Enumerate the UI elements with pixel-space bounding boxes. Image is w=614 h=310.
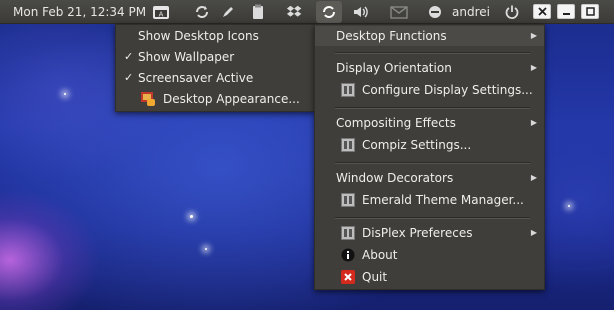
menu-item-label: Compiz Settings... xyxy=(362,138,472,152)
menu-item-show-wallpaper[interactable]: ✓ Show Wallpaper xyxy=(116,47,314,67)
check-icon: ✓ xyxy=(124,50,134,63)
menu-item-label: Show Wallpaper xyxy=(138,50,235,64)
refresh-icon[interactable] xyxy=(193,3,211,21)
clock[interactable]: Mon Feb 21, 12:34 PM xyxy=(13,5,146,19)
menu-item-label: Emerald Theme Manager... xyxy=(362,193,524,207)
settings-icon xyxy=(341,138,355,152)
menu-item-screensaver-active[interactable]: ✓ Screensaver Active xyxy=(116,68,314,88)
menu-item-show-desktop-icons[interactable]: Show Desktop Icons xyxy=(116,26,314,46)
menu-item-label: Compositing Effects xyxy=(336,116,456,130)
menu-item-quit[interactable]: Quit xyxy=(315,267,544,287)
clipboard-icon[interactable] xyxy=(249,3,267,21)
menu-item-label: Configure Display Settings... xyxy=(362,83,533,97)
menu-item-displex-preferences[interactable]: DisPlex Prefereces ▶ xyxy=(315,223,544,243)
displex-menu: Desktop Functions ▶ Display Orientation … xyxy=(314,24,545,290)
wallpaper-star xyxy=(205,248,207,250)
maximize-icon[interactable] xyxy=(581,4,599,19)
top-panel: Mon Feb 21, 12:34 PM A andrei xyxy=(0,0,614,24)
submenu-arrow-icon: ▶ xyxy=(530,31,537,40)
menu-item-label: Desktop Functions xyxy=(336,29,447,43)
wallpaper-star xyxy=(64,93,66,95)
submenu-arrow-icon: ▶ xyxy=(530,228,537,237)
menu-item-desktop-appearance[interactable]: Desktop Appearance... xyxy=(116,89,314,109)
quit-icon xyxy=(341,270,355,284)
pen-icon[interactable] xyxy=(219,3,237,21)
swirl-icon[interactable] xyxy=(316,1,342,23)
menu-item-label: Display Orientation xyxy=(336,61,452,75)
menu-item-compiz-settings[interactable]: Compiz Settings... xyxy=(315,135,544,155)
desktop-options-menu: Show Desktop Icons ✓ Show Wallpaper ✓ Sc… xyxy=(115,24,315,112)
calendar-icon[interactable]: A xyxy=(152,3,170,21)
mail-icon[interactable] xyxy=(390,3,408,21)
wallpaper-star xyxy=(568,205,570,207)
wallpaper-star xyxy=(190,215,193,218)
menu-item-label: Desktop Appearance... xyxy=(163,92,300,106)
menu-item-about[interactable]: About xyxy=(315,245,544,265)
close-icon[interactable] xyxy=(533,4,551,19)
menu-item-label: Window Decorators xyxy=(336,171,454,185)
menu-item-label: About xyxy=(362,248,398,262)
submenu-arrow-icon: ▶ xyxy=(530,173,537,182)
check-icon: ✓ xyxy=(124,71,134,84)
volume-icon[interactable] xyxy=(352,3,370,21)
menu-item-configure-display-settings[interactable]: Configure Display Settings... xyxy=(315,80,544,100)
menu-item-emerald-theme-manager[interactable]: Emerald Theme Manager... xyxy=(315,190,544,210)
menu-item-label: DisPlex Prefereces xyxy=(362,226,473,240)
menu-separator xyxy=(335,52,530,54)
dropbox-icon[interactable] xyxy=(285,3,303,21)
menu-item-label: Show Desktop Icons xyxy=(138,29,259,43)
menu-item-window-decorators[interactable]: Window Decorators ▶ xyxy=(315,168,544,188)
menu-separator xyxy=(335,217,530,219)
info-icon xyxy=(341,248,355,262)
menu-item-label: Quit xyxy=(362,270,388,284)
submenu-arrow-icon: ▶ xyxy=(530,118,537,127)
chat-icon[interactable] xyxy=(426,3,444,21)
power-icon[interactable] xyxy=(503,3,521,21)
settings-icon xyxy=(341,226,355,240)
settings-icon xyxy=(341,193,355,207)
appearance-icon xyxy=(140,91,155,106)
menu-separator xyxy=(335,162,530,164)
minimize-icon[interactable] xyxy=(557,4,575,19)
menu-item-display-orientation[interactable]: Display Orientation ▶ xyxy=(315,58,544,78)
submenu-arrow-icon: ▶ xyxy=(530,63,537,72)
svg-text:A: A xyxy=(159,11,164,19)
user-name[interactable]: andrei xyxy=(452,5,490,19)
menu-item-label: Screensaver Active xyxy=(138,71,254,85)
settings-icon xyxy=(341,83,355,97)
menu-separator xyxy=(335,107,530,109)
menu-item-desktop-functions[interactable]: Desktop Functions ▶ xyxy=(315,26,544,46)
menu-item-compositing-effects[interactable]: Compositing Effects ▶ xyxy=(315,113,544,133)
